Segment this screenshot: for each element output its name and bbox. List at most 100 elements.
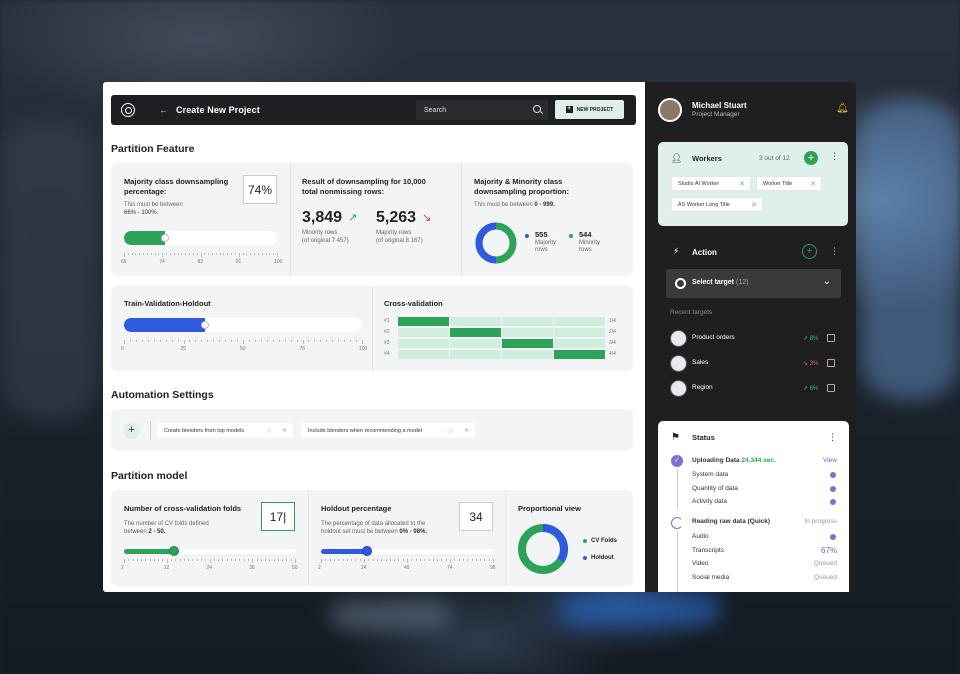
close-icon[interactable]: ✕ (810, 180, 816, 188)
tick-mark (213, 340, 215, 342)
cv-cell (554, 339, 605, 348)
holdout-slider-handle[interactable] (362, 546, 373, 556)
read-item: Audio (692, 533, 709, 540)
info-icon[interactable]: ⓘ (265, 427, 271, 435)
blender-chip[interactable]: Create blenders from top models ⓘ ✕ (157, 423, 293, 438)
tick-mark (226, 559, 228, 561)
tick-mark (124, 340, 125, 344)
new-project-button[interactable]: + NEW PROJECT (555, 100, 624, 119)
tick-mark (308, 340, 310, 342)
tick-mark (261, 253, 263, 255)
tick-mark (462, 559, 464, 561)
tick-mark (243, 340, 244, 344)
holdout-desc: The percentage of data allocated to the (321, 521, 426, 527)
tick-mark (432, 559, 434, 561)
tick-mark (147, 340, 149, 342)
target-name[interactable]: Sales (692, 359, 708, 366)
select-target-dropdown[interactable]: Select target (12) ⌄ (666, 269, 841, 298)
tick-mark (183, 340, 185, 344)
holdout-value-field[interactable]: 34 (459, 502, 493, 531)
more-icon[interactable]: ⋮ (830, 151, 839, 162)
cv-cell (450, 350, 501, 359)
tick-mark (372, 559, 374, 561)
worker-chip[interactable]: Studio AI Worker ✕ (671, 176, 751, 191)
workers-card: 👤︎ Workers 3 out of 12 + ⋮ Studio AI Wor… (658, 142, 848, 226)
target-name[interactable]: Region (692, 384, 713, 391)
tick-label: 50 (292, 565, 298, 571)
tick-label: 0 (121, 346, 124, 352)
target-checkbox[interactable] (827, 334, 835, 342)
main-panel: ← Create New Project Search + NEW PROJEC… (103, 82, 645, 592)
back-arrow-icon[interactable]: ← (159, 105, 168, 115)
tvh-slider-handle[interactable] (200, 321, 209, 329)
target-checkbox[interactable] (827, 384, 835, 392)
more-icon[interactable]: ⋮ (828, 432, 837, 443)
folds-value-field[interactable]: 17| (261, 502, 295, 531)
more-icon[interactable]: ⋮ (830, 246, 839, 257)
tick-mark (238, 253, 240, 257)
tick-mark (189, 340, 191, 342)
add-blender-button[interactable]: + (123, 422, 140, 439)
cv-cell (450, 328, 501, 337)
tick-mark (260, 340, 262, 342)
tick-mark (132, 559, 134, 561)
chip-label: Include blenders when recommending a mod… (308, 427, 423, 434)
add-worker-button[interactable]: + (804, 151, 818, 165)
search-icon[interactable] (533, 105, 541, 113)
folds-slider-handle[interactable] (168, 546, 179, 556)
tick-label: 24 (361, 565, 367, 571)
search-input[interactable]: Search (416, 100, 548, 120)
view-link[interactable]: View (823, 457, 837, 464)
worker-chip[interactable]: Worker Title ✕ (756, 176, 822, 191)
majority-original: (of original 8 167) (376, 238, 423, 244)
user-role: Project Manager (692, 111, 740, 118)
blender-chip[interactable]: Include blenders when recommending a mod… (301, 423, 475, 438)
tick-mark (192, 253, 194, 255)
tick-mark (247, 559, 249, 561)
tick-mark (171, 559, 173, 561)
cv-cell (502, 328, 553, 337)
info-icon[interactable]: ⓘ (447, 427, 453, 435)
page-title: Create New Project (176, 105, 260, 115)
tick-mark (243, 559, 245, 561)
add-action-button[interactable]: + (802, 244, 817, 259)
tick-mark (252, 559, 254, 563)
tick-mark (196, 559, 198, 561)
close-icon[interactable]: ✕ (751, 201, 757, 209)
target-name[interactable]: Product orders (692, 334, 735, 341)
cv-cell (450, 339, 501, 348)
tick-mark (165, 340, 167, 342)
worker-chip[interactable]: AS Worker Long Title ✕ (671, 197, 763, 212)
tick-mark (179, 559, 181, 561)
cv-row-label: #3 (384, 340, 390, 346)
trend-chart-icon (670, 380, 687, 397)
divider (150, 421, 151, 439)
select-target-label: Select target (12) (692, 279, 748, 286)
logo-icon[interactable] (121, 103, 135, 117)
tick-mark (295, 559, 296, 563)
tick-mark (314, 340, 316, 342)
cv-cell (502, 317, 553, 326)
tick-mark (207, 340, 209, 342)
tick-mark (181, 253, 183, 255)
close-icon[interactable]: ✕ (282, 428, 287, 434)
upload-item: Quantity of data (692, 484, 738, 492)
upload-item: Activity data (692, 498, 728, 505)
proportion-range: 0 - 999. (534, 202, 555, 208)
proportional-donut (518, 524, 568, 574)
tick-mark (342, 559, 344, 561)
target-checkbox[interactable] (827, 359, 835, 367)
close-icon[interactable]: ✕ (739, 180, 745, 188)
tick-label: 24 (206, 565, 213, 571)
close-icon[interactable]: ✕ (464, 428, 469, 434)
chevron-down-icon: ⌄ (822, 276, 831, 287)
majority-value-field[interactable]: 74% (243, 175, 277, 204)
tick-mark (183, 559, 185, 561)
section-heading: Partition Feature (111, 143, 195, 155)
tick-mark (256, 559, 258, 561)
avatar[interactable] (658, 98, 682, 122)
proportion-hint: This must be between 0 - 999. (474, 201, 555, 209)
bell-icon[interactable]: 🔔︎ (836, 103, 849, 114)
tick-mark (153, 559, 155, 561)
tick-mark (344, 340, 346, 342)
